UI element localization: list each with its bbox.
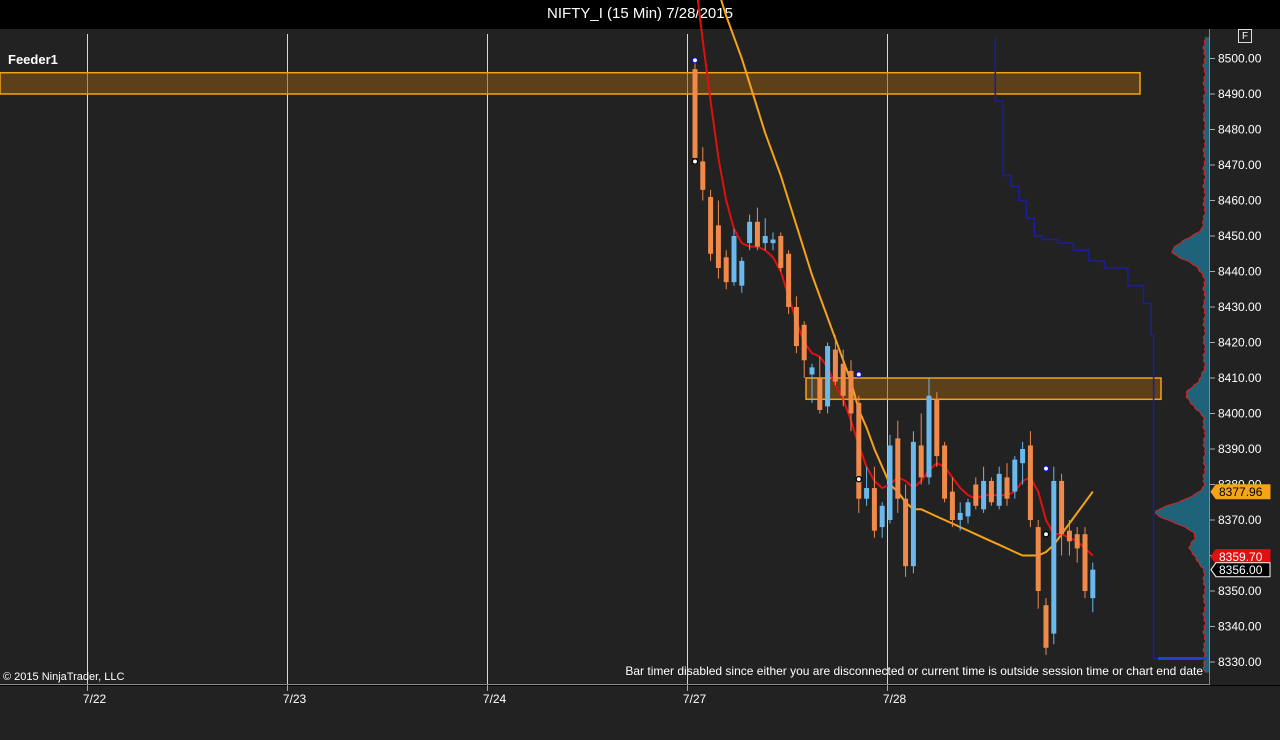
price-tick-label: 8420.00 — [1218, 336, 1262, 350]
price-tick-label: 8490.00 — [1218, 87, 1262, 101]
candle-body — [754, 221, 760, 247]
candle-body — [973, 484, 979, 506]
candle-body — [942, 445, 948, 499]
date-tick-label: 7/23 — [283, 692, 307, 706]
candle-body — [1043, 605, 1049, 648]
candle-body — [801, 324, 807, 361]
candle-body — [762, 236, 768, 244]
candle-body — [708, 196, 714, 254]
candle-body — [895, 438, 901, 499]
candle-body — [731, 236, 737, 283]
marker-dot — [691, 158, 699, 165]
price-label-text: 8377.96 — [1219, 485, 1263, 499]
price-tick-label: 8480.00 — [1218, 123, 1262, 137]
candle-body — [910, 441, 916, 567]
candle-body — [864, 488, 870, 499]
candle-body — [1074, 534, 1080, 549]
candle-body — [700, 161, 706, 190]
candle-body — [1012, 459, 1018, 492]
price-tick-label: 8450.00 — [1218, 229, 1262, 243]
candle-body — [926, 395, 932, 478]
candle-body — [965, 502, 971, 517]
candle-body — [1082, 534, 1088, 591]
panel-label: Feeder1 — [8, 52, 58, 67]
marker-dot — [855, 475, 863, 483]
marker-dot — [691, 57, 699, 64]
candle-body — [817, 378, 823, 410]
candle-body — [996, 473, 1002, 506]
candle-body — [949, 491, 955, 520]
candle-body — [840, 363, 846, 396]
candle-body — [988, 480, 994, 503]
candle-body — [786, 253, 792, 307]
candle-body — [715, 225, 721, 268]
price-tick-label: 8340.00 — [1218, 620, 1262, 634]
candle-body — [871, 488, 877, 531]
zone — [0, 71, 1141, 95]
candle-body — [793, 307, 799, 347]
candle-body — [903, 498, 909, 567]
candle-body — [879, 505, 885, 528]
price-tick-label: 8370.00 — [1218, 513, 1262, 527]
candle-body — [887, 445, 893, 520]
candle-body — [981, 480, 987, 510]
date-axis-background — [0, 686, 1280, 740]
candle-body — [1090, 569, 1096, 599]
price-tick-label: 8350.00 — [1218, 584, 1262, 598]
price-tick-label: 8460.00 — [1218, 194, 1262, 208]
price-label-text: 8359.70 — [1219, 550, 1263, 564]
candle-body — [809, 367, 815, 375]
price-tick-label: 8390.00 — [1218, 442, 1262, 456]
candle-body — [832, 349, 838, 382]
candle-body — [856, 402, 862, 499]
price-chart[interactable]: 8500.00 8490.00 8480.00 8470.00 8460.00 8450.… — [0, 0, 1280, 740]
candle-body — [770, 239, 776, 244]
price-tick-label: 8410.00 — [1218, 371, 1262, 385]
f-button[interactable]: F — [1238, 29, 1252, 43]
price-tick-label: 8440.00 — [1218, 265, 1262, 279]
price-tick-label: 8330.00 — [1218, 655, 1262, 669]
date-tick-label: 7/27 — [683, 692, 707, 706]
price-tick-label: 8400.00 — [1218, 407, 1262, 421]
marker-dot — [855, 371, 863, 378]
candle-body — [1004, 477, 1010, 499]
candle-body — [825, 346, 831, 407]
candle-body — [957, 512, 963, 520]
date-tick-label: 7/22 — [83, 692, 107, 706]
price-tick-label: 8470.00 — [1218, 158, 1262, 172]
price-tick-label: 8430.00 — [1218, 300, 1262, 314]
price-label-text: 8356.00 — [1219, 563, 1263, 577]
bar-timer-message: Bar timer disabled since either you are … — [625, 664, 1203, 678]
candle-body — [1059, 480, 1065, 535]
copyright-text: © 2015 NinjaTrader, LLC — [3, 671, 125, 683]
marker-dot — [1042, 530, 1050, 538]
candle-body — [747, 221, 753, 244]
candle-body — [1027, 445, 1033, 520]
candle-body — [848, 370, 854, 414]
marker-dot — [1042, 465, 1050, 472]
candle-body — [1035, 527, 1041, 591]
candle-body — [1051, 480, 1057, 634]
candle-body — [918, 445, 924, 478]
candle-body — [1066, 530, 1072, 542]
candle-body — [1020, 449, 1026, 464]
candle-body — [778, 236, 784, 268]
chart-background — [0, 29, 1209, 685]
candle-body — [934, 399, 940, 457]
candle-body — [692, 69, 698, 158]
date-tick-label: 7/24 — [483, 692, 507, 706]
candle-body — [739, 260, 745, 286]
price-tick-label: 8500.00 — [1218, 52, 1262, 66]
date-tick-label: 7/28 — [883, 692, 907, 706]
candle-body — [723, 257, 729, 283]
